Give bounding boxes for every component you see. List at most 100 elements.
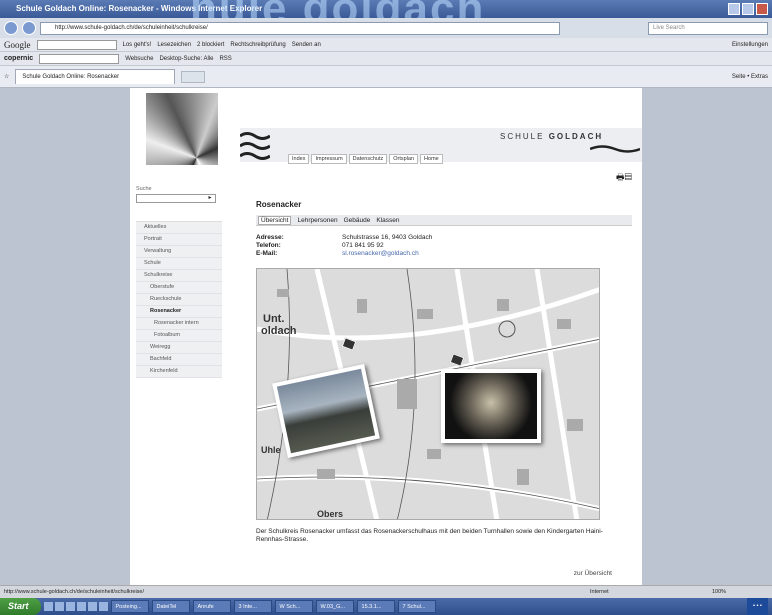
main-content: Rosenacker Übersicht Lehrpersonen Gebäud… xyxy=(256,184,632,577)
google-search-input[interactable] xyxy=(36,39,117,50)
toolbar-item[interactable]: RSS xyxy=(219,56,231,62)
quick-launch-icon[interactable] xyxy=(65,602,75,611)
toolbar-item[interactable]: Desktop-Suche: Alle xyxy=(159,56,213,62)
top-navigation: Index Impressum Datenschutz Ortsplan Hom… xyxy=(288,154,443,164)
forward-button[interactable] xyxy=(22,21,36,35)
right-background xyxy=(642,88,772,585)
search-go-icon[interactable]: ▸ xyxy=(205,195,215,202)
description-text: Der Schulkreis Rosenacker umfasst das Ro… xyxy=(256,528,603,543)
quick-launch-icon[interactable] xyxy=(87,602,97,611)
tab-lehrpersonen[interactable]: Lehrpersonen xyxy=(297,217,337,224)
map-label: Obers xyxy=(317,509,344,519)
email-label: E-Mail: xyxy=(256,250,278,257)
status-url: http://www.schule-goldach.ch/de/schulein… xyxy=(4,589,145,595)
window-titlebar: Schule Goldach Online: Rosenacker - Wind… xyxy=(0,0,772,18)
google-toolbar: Google Los geht's! Lesezeichen 2 blockie… xyxy=(0,38,772,52)
toolbar-item[interactable]: Senden an xyxy=(292,42,321,48)
toolbar-item[interactable]: Rechtschreibprüfung xyxy=(230,42,285,48)
page-viewport: SCHULE GOLDACH Index Impressum Datenschu… xyxy=(0,88,772,585)
sidebar-item[interactable]: Verwaltung xyxy=(136,246,222,258)
quick-launch-icon[interactable] xyxy=(98,602,108,611)
sidebar-item[interactable]: Portrait xyxy=(136,234,222,246)
taskbar-button[interactable]: Posteing... xyxy=(110,600,149,613)
toolbar-item[interactable]: 2 blockiert xyxy=(197,42,224,48)
topnav-impressum[interactable]: Impressum xyxy=(311,154,347,164)
window-title: Schule Goldach Online: Rosenacker - Wind… xyxy=(16,4,263,13)
copernic-logo: copernic xyxy=(4,55,34,62)
close-button[interactable] xyxy=(756,3,768,15)
minimize-button[interactable] xyxy=(728,3,740,15)
sidebar-subitem-active[interactable]: Rosenacker xyxy=(136,306,222,318)
taskbar-button[interactable]: 7 Schul... xyxy=(397,600,436,613)
quick-launch-icon[interactable] xyxy=(76,602,86,611)
sidebar-subsubitem[interactable]: Rosenacker intern xyxy=(136,318,222,330)
page-title: Rosenacker xyxy=(256,200,302,209)
tab-uebersicht[interactable]: Übersicht xyxy=(258,215,292,225)
sidebar-subitem[interactable]: Bachfeld xyxy=(136,354,222,366)
google-logo: Google xyxy=(4,39,31,50)
sidebar-subitem[interactable]: Oberstufe xyxy=(136,282,222,294)
favorites-star-icon[interactable]: ☆ xyxy=(4,73,9,80)
sidebar-subitem[interactable]: Kirchenfeld xyxy=(136,366,222,378)
site-search-input[interactable]: ▸ xyxy=(136,194,216,203)
taskbar-button[interactable]: W.03_G... xyxy=(315,600,354,613)
settings-button[interactable]: Einstellungen xyxy=(732,42,768,48)
email-link[interactable]: sl.rosenacker@goldach.ch xyxy=(342,250,632,258)
left-background xyxy=(0,88,130,585)
back-to-overview-link[interactable]: zur Übersicht xyxy=(256,570,632,577)
taskbar-button[interactable]: 15.3.1... xyxy=(356,600,395,613)
sidebar: Suche ▸ Aktuelles Portrait Verwaltung Sc… xyxy=(136,186,222,378)
school-photo-2 xyxy=(441,369,541,443)
taskbar-button[interactable]: 3 Inte... xyxy=(233,600,272,613)
topnav-ortsplan[interactable]: Ortsplan xyxy=(389,154,419,164)
map-label: oldach xyxy=(261,325,297,337)
back-button[interactable] xyxy=(4,21,18,35)
school-name-bold: GOLDACH xyxy=(548,132,604,141)
topnav-home[interactable]: Home xyxy=(420,154,443,164)
sidebar-menu: Aktuelles Portrait Verwaltung Schule Sch… xyxy=(136,221,222,378)
live-search-input[interactable]: Live Search xyxy=(648,21,768,35)
sidebar-item[interactable]: Schulkreise xyxy=(136,270,222,282)
sidebar-subitem[interactable]: Weiregg xyxy=(136,342,222,354)
phone-value: 071 841 95 92 xyxy=(342,242,384,249)
contact-info: Adresse: Schulstrasse 16, 9403 Goldach T… xyxy=(256,234,632,258)
sidebar-item[interactable]: Schule xyxy=(136,258,222,270)
quick-launch xyxy=(43,602,108,611)
command-bar[interactable]: Seite • Extras xyxy=(732,74,768,80)
quick-launch-icon[interactable] xyxy=(54,602,64,611)
topnav-datenschutz[interactable]: Datenschutz xyxy=(348,154,388,164)
taskbar-button[interactable]: Anrufe xyxy=(192,600,231,613)
school-name: SCHULE GOLDACH xyxy=(500,132,603,141)
start-button[interactable]: Start xyxy=(0,598,41,615)
new-tab-button[interactable] xyxy=(181,70,206,83)
taskbar-button[interactable]: DateiTel xyxy=(151,600,190,613)
location-map[interactable]: Unt. oldach Uhle Obers xyxy=(256,268,600,520)
maximize-button[interactable] xyxy=(742,3,754,15)
toolbar-item[interactable]: Los geht's! xyxy=(123,42,152,48)
website-page: SCHULE GOLDACH Index Impressum Datenschu… xyxy=(130,88,642,585)
header-wave-icon xyxy=(590,145,640,153)
url-input[interactable]: http://www.schule-goldach.ch/de/schulein… xyxy=(40,21,560,35)
sidebar-subsubitem[interactable]: Fotoalbum xyxy=(136,330,222,342)
quick-launch-icon[interactable] xyxy=(43,602,53,611)
browser-tab[interactable]: Schule Goldach Online: Rosenacker xyxy=(15,69,176,84)
topnav-index[interactable]: Index xyxy=(288,154,310,164)
tab-klassen[interactable]: Klassen xyxy=(376,217,399,224)
tab-bar: ☆ Schule Goldach Online: Rosenacker Seit… xyxy=(0,66,772,88)
map-label: Unt. xyxy=(263,313,285,325)
address-label: Adresse: xyxy=(256,234,284,241)
pdf-icon[interactable]: ▤ xyxy=(625,172,633,182)
taskbar: Start Posteing... DateiTel Anrufe 3 Inte… xyxy=(0,598,772,615)
sidebar-subitem[interactable]: Rueckschule xyxy=(136,294,222,306)
window-controls xyxy=(728,3,768,15)
print-icon[interactable]: 🖶 xyxy=(616,172,625,182)
tab-gebaeude[interactable]: Gebäude xyxy=(344,217,371,224)
toolbar-item[interactable]: Websuche xyxy=(125,56,153,62)
sidebar-item[interactable]: Aktuelles xyxy=(136,222,222,234)
school-name-prefix: SCHULE xyxy=(500,132,549,141)
taskbar-button[interactable]: W Sch... xyxy=(274,600,313,613)
copernic-search-input[interactable] xyxy=(39,53,120,64)
toolbar-item[interactable]: Lesezeichen xyxy=(157,42,191,48)
status-bar: http://www.schule-goldach.ch/de/schulein… xyxy=(0,585,772,598)
sub-tabs: Übersicht Lehrpersonen Gebäude Klassen xyxy=(256,215,632,226)
